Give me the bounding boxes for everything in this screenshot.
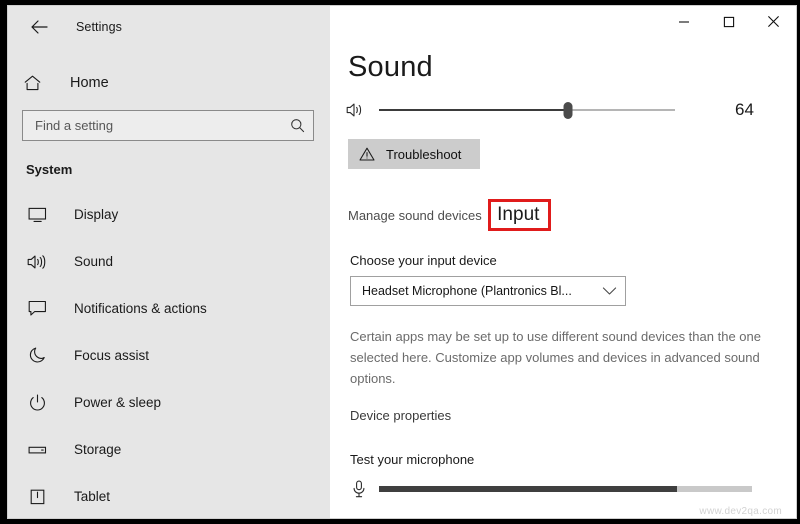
sidebar-item-notifications[interactable]: Notifications & actions	[8, 285, 330, 332]
choose-input-device-label: Choose your input device	[350, 252, 497, 268]
moon-icon	[26, 347, 48, 364]
speaker-icon	[26, 254, 48, 270]
app-title: Settings	[76, 20, 122, 34]
volume-value: 64	[735, 100, 754, 119]
microphone-icon	[348, 480, 370, 498]
back-button[interactable]	[22, 12, 56, 42]
power-icon	[26, 394, 48, 411]
window-controls	[661, 6, 796, 37]
main-content: Sound 64 Troubleshoot Manage sound devic…	[330, 6, 796, 518]
volume-slider-row: 64	[346, 97, 796, 123]
drive-icon	[26, 444, 48, 456]
troubleshoot-button[interactable]: Troubleshoot	[348, 139, 480, 169]
test-microphone-label: Test your microphone	[350, 451, 475, 467]
input-section-heading: Input	[497, 204, 540, 225]
tablet-icon	[26, 489, 48, 505]
manage-sound-devices-link[interactable]: Manage sound devices	[348, 208, 482, 223]
close-button[interactable]	[751, 6, 796, 37]
sidebar: Settings Home Find a setting System Disp…	[8, 6, 330, 518]
input-section-heading-wrap: Input	[488, 199, 552, 231]
sidebar-item-focus-assist[interactable]: Focus assist	[8, 332, 330, 379]
slider-thumb[interactable]	[563, 102, 573, 119]
sidebar-item-sound[interactable]: Sound	[8, 238, 330, 285]
search-input[interactable]	[35, 118, 290, 133]
sidebar-item-storage[interactable]: Storage	[8, 426, 330, 473]
screen-root: Settings Home Find a setting System Disp…	[0, 0, 800, 524]
troubleshoot-label: Troubleshoot	[386, 146, 462, 162]
device-properties-link[interactable]: Device properties	[350, 408, 451, 423]
monitor-icon	[26, 207, 48, 223]
warning-triangle-icon	[359, 147, 375, 161]
back-arrow-icon	[30, 20, 48, 34]
sidebar-item-home[interactable]: Home	[8, 64, 330, 102]
chevron-down-icon[interactable]	[602, 286, 617, 296]
sidebar-item-label: Sound	[74, 254, 114, 269]
sidebar-titlebar: Settings	[8, 6, 330, 48]
input-device-select[interactable]: Headset Microphone (Plantronics Bl...	[350, 275, 626, 306]
microphone-level-bar	[379, 485, 752, 492]
sidebar-item-label: Focus assist	[74, 348, 150, 363]
search-box[interactable]	[22, 110, 314, 141]
sidebar-nav-list: Display Sound Notifications & actions Fo…	[8, 191, 330, 518]
home-label: Home	[70, 75, 109, 91]
home-icon	[24, 75, 48, 91]
watermark: www.dev2qa.com	[699, 506, 782, 517]
sidebar-item-label: Notifications & actions	[74, 301, 207, 316]
input-device-value: Headset Microphone (Plantronics Bl...	[362, 283, 572, 298]
volume-slider[interactable]	[379, 101, 675, 119]
sidebar-item-tablet[interactable]: Tablet	[8, 473, 330, 518]
sidebar-item-label: Tablet	[74, 489, 111, 504]
input-description: Certain apps may be set up to use differ…	[350, 328, 761, 386]
sidebar-group-title: System	[26, 162, 73, 177]
page-title: Sound	[348, 51, 433, 83]
sidebar-item-label: Storage	[74, 442, 122, 457]
maximize-button[interactable]	[706, 6, 751, 37]
sidebar-item-power-sleep[interactable]: Power & sleep	[8, 379, 330, 426]
sidebar-item-label: Display	[74, 207, 119, 222]
sidebar-item-label: Power & sleep	[74, 395, 162, 410]
settings-window: Settings Home Find a setting System Disp…	[8, 6, 796, 518]
sidebar-item-display[interactable]: Display	[8, 191, 330, 238]
speaker-icon	[346, 102, 372, 118]
search-icon[interactable]	[290, 118, 305, 133]
microphone-level-row	[348, 480, 796, 498]
speech-bubble-icon	[26, 300, 48, 317]
slider-fill	[379, 109, 569, 111]
microphone-level-fill	[379, 485, 678, 492]
minimize-button[interactable]	[661, 6, 706, 37]
